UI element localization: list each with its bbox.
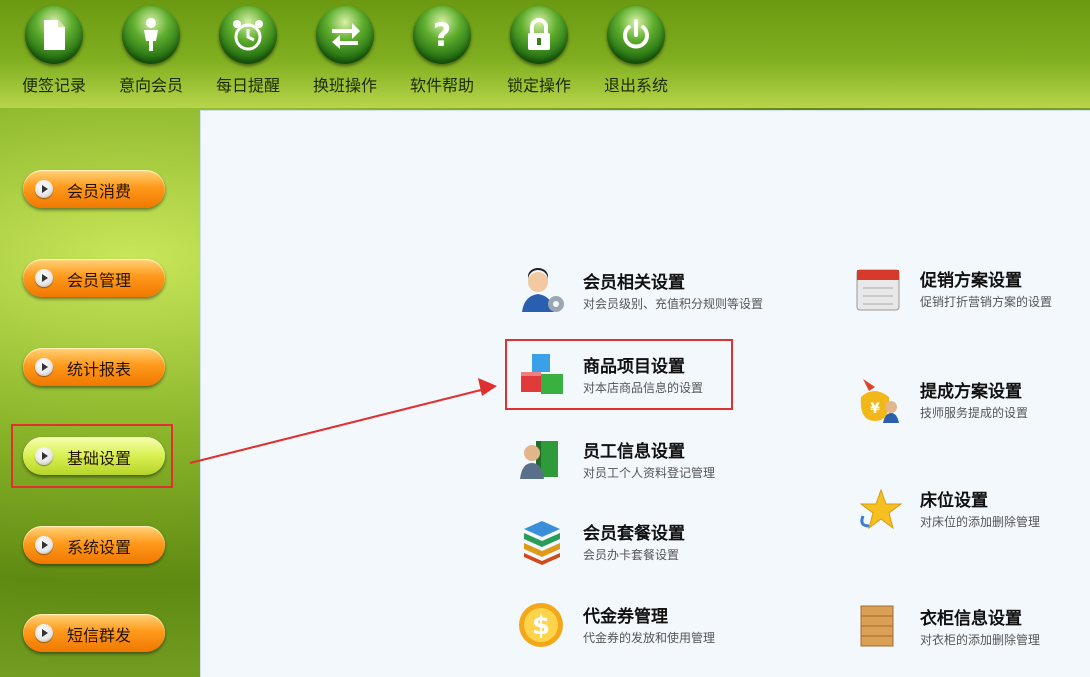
- person-icon: [122, 6, 180, 64]
- calendar-icon: [856, 269, 900, 311]
- settings-item-desc: 代金券的发放和使用管理: [583, 631, 716, 645]
- play-icon: [35, 624, 53, 642]
- nav-item-label: 统计报表: [67, 360, 132, 379]
- settings-item-member[interactable]: 会员相关设置 对会员级别、充值积分规则等设置: [518, 268, 778, 320]
- play-icon: [35, 180, 53, 198]
- settings-item-package[interactable]: 会员套餐设置 会员办卡套餐设置: [518, 519, 728, 571]
- nav-item-system-settings[interactable]: 系统设置: [23, 526, 165, 564]
- nav-item-label: 短信群发: [67, 626, 132, 645]
- settings-item-employee[interactable]: 员工信息设置 对员工个人资料登记管理: [518, 437, 728, 489]
- toolbar-lock-label: 锁定操作: [506, 76, 571, 95]
- nav-item-label: 会员消费: [67, 182, 132, 201]
- settings-item-title: 代金券管理: [583, 607, 668, 627]
- toolbar-note-label: 便签记录: [21, 76, 86, 95]
- toolbar-shift-button[interactable]: 换班操作: [301, 6, 389, 96]
- play-icon: [35, 358, 53, 376]
- toolbar-prospect-member-button[interactable]: 意向会员: [107, 6, 195, 96]
- nav-item-label: 会员管理: [67, 271, 132, 290]
- settings-item-wardrobe[interactable]: 衣柜信息设置 对衣柜的添加删除管理: [855, 604, 1055, 656]
- settings-item-commission[interactable]: ¥ 提成方案设置 技师服务提成的设置: [855, 377, 1055, 429]
- nav-item-sms-broadcast[interactable]: 短信群发: [23, 614, 165, 652]
- settings-item-title: 衣柜信息设置: [920, 609, 1022, 629]
- toolbar-help-button[interactable]: ? 软件帮助: [398, 6, 486, 96]
- question-icon: ?: [413, 6, 471, 64]
- power-icon: [607, 6, 665, 64]
- play-icon: [35, 269, 53, 287]
- settings-item-desc: 对员工个人资料登记管理: [583, 466, 716, 480]
- top-toolbar: 便签记录 意向会员 每日提醒 换班操作 ? 软件帮助 锁定操作 退出系统: [0, 0, 1090, 108]
- settings-item-desc: 技师服务提成的设置: [920, 406, 1029, 420]
- money-bag-icon: ¥: [860, 379, 899, 423]
- settings-item-title: 员工信息设置: [583, 442, 685, 462]
- toolbar-daily-reminder-label: 每日提醒: [215, 76, 280, 95]
- settings-item-title: 促销方案设置: [920, 271, 1022, 291]
- toolbar-prospect-member-label: 意向会员: [118, 76, 183, 95]
- alarm-clock-icon: [219, 6, 277, 64]
- swap-arrows-icon: [316, 6, 374, 64]
- nav-item-statistics-report[interactable]: 统计报表: [23, 348, 165, 386]
- star-icon: [859, 488, 903, 530]
- dollar-coin-icon: $: [519, 603, 563, 647]
- highlight-box-item: [505, 339, 733, 410]
- play-icon: [35, 536, 53, 554]
- settings-item-desc: 促销打折营销方案的设置: [920, 295, 1053, 309]
- settings-item-desc: 会员办卡套餐设置: [583, 548, 680, 562]
- toolbar-lock-button[interactable]: 锁定操作: [495, 6, 583, 96]
- toolbar-exit-button[interactable]: 退出系统: [592, 6, 680, 96]
- nav-item-member-consumption[interactable]: 会员消费: [23, 170, 165, 208]
- toolbar-note-button[interactable]: 便签记录: [10, 6, 98, 96]
- toolbar-daily-reminder-button[interactable]: 每日提醒: [204, 6, 292, 96]
- settings-item-title: 床位设置: [920, 491, 988, 511]
- note-icon: [25, 6, 83, 64]
- lock-icon: [510, 6, 568, 64]
- employee-book-icon: [520, 441, 558, 479]
- settings-item-desc: 对床位的添加删除管理: [920, 515, 1041, 529]
- settings-item-title: 会员套餐设置: [583, 524, 685, 544]
- highlight-box-nav: [11, 424, 173, 488]
- nav-item-member-management[interactable]: 会员管理: [23, 259, 165, 297]
- settings-item-bed[interactable]: 床位设置 对床位的添加删除管理: [855, 486, 1055, 538]
- svg-text:$: $: [532, 611, 550, 641]
- nav-item-label: 系统设置: [67, 538, 132, 557]
- settings-item-promotion[interactable]: 促销方案设置 促销打折营销方案的设置: [855, 266, 1075, 318]
- member-gear-icon: [522, 268, 564, 312]
- settings-item-title: 会员相关设置: [583, 273, 685, 293]
- settings-item-title: 提成方案设置: [920, 382, 1022, 402]
- layers-icon: [524, 521, 560, 565]
- toolbar-help-label: 软件帮助: [409, 76, 474, 95]
- toolbar-exit-label: 退出系统: [603, 76, 668, 95]
- settings-item-desc: 对会员级别、充值积分规则等设置: [583, 297, 764, 311]
- settings-item-desc: 对衣柜的添加删除管理: [920, 633, 1041, 647]
- wardrobe-icon: [860, 605, 894, 647]
- settings-item-voucher[interactable]: $ 代金券管理 代金券的发放和使用管理: [518, 602, 728, 654]
- toolbar-shift-label: 换班操作: [312, 76, 377, 95]
- svg-text:¥: ¥: [870, 401, 880, 417]
